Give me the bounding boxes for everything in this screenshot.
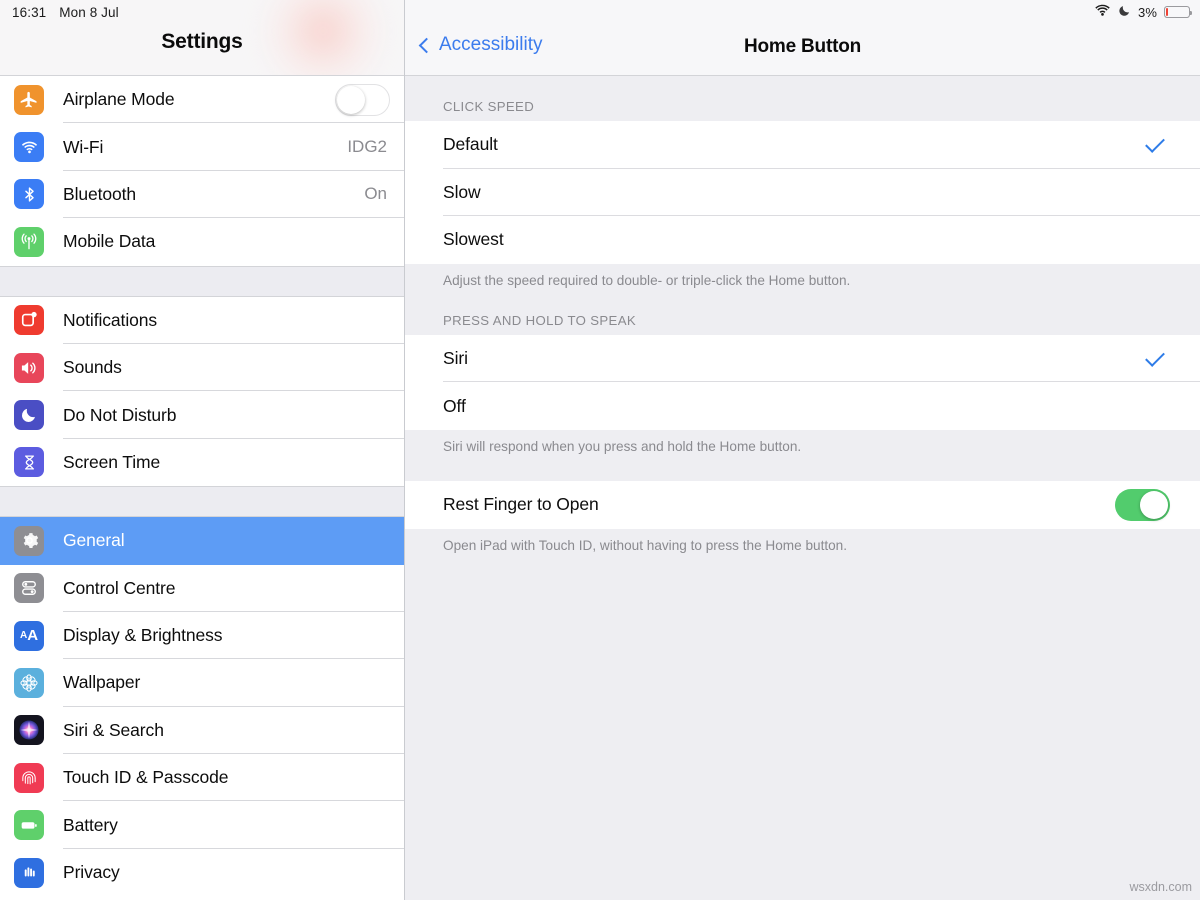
sidebar-item-general[interactable]: General xyxy=(0,517,404,564)
moon-icon xyxy=(1118,4,1131,20)
section-spacer xyxy=(405,456,1200,481)
sidebar-item-label: Do Not Disturb xyxy=(63,405,176,426)
battery-icon xyxy=(14,810,44,840)
sidebar-item-label: Wi-Fi xyxy=(63,137,103,158)
option-label: Default xyxy=(443,134,498,155)
status-bar: 16:31 Mon 8 Jul 3% xyxy=(0,0,1200,24)
option-row-siri[interactable]: Siri xyxy=(405,335,1200,383)
sidebar-item-mobile-data[interactable]: Mobile Data xyxy=(0,218,404,265)
sidebar-item-label: Siri & Search xyxy=(63,720,164,741)
sidebar-item-battery[interactable]: Battery xyxy=(0,801,404,848)
option-label: Siri xyxy=(443,348,468,369)
footnote-rest-finger: Open iPad with Touch ID, without having … xyxy=(405,529,1200,555)
gear-icon xyxy=(14,526,44,556)
sidebar-item-label: Wallpaper xyxy=(63,672,140,693)
battery-fill xyxy=(1166,8,1168,16)
airplane-icon xyxy=(14,85,44,115)
sidebar-item-screen-time[interactable]: Screen Time xyxy=(0,439,404,486)
page-title: Settings xyxy=(0,30,404,54)
privacy-hand-icon xyxy=(14,858,44,888)
bluetooth-state-value: On xyxy=(364,184,387,204)
sliders-icon xyxy=(14,573,44,603)
status-bar-date: Mon 8 Jul xyxy=(59,5,118,20)
status-bar-time: 16:31 xyxy=(12,5,46,20)
rest-finger-label: Rest Finger to Open xyxy=(443,494,599,515)
option-row-default[interactable]: Default xyxy=(405,121,1200,169)
sounds-icon xyxy=(14,353,44,383)
sidebar-group-separator xyxy=(0,266,404,297)
text-size-icon: AA xyxy=(14,621,44,651)
sidebar-item-bluetooth[interactable]: Bluetooth On xyxy=(0,171,404,218)
detail-title: Home Button xyxy=(405,36,1200,58)
option-row-off[interactable]: Off xyxy=(405,382,1200,430)
checkmark-icon xyxy=(1145,347,1165,367)
section-header-press-and-hold: PRESS AND HOLD TO SPEAK xyxy=(405,290,1200,335)
sidebar-item-label: Notifications xyxy=(63,310,157,331)
sidebar-item-label: Control Centre xyxy=(63,578,175,599)
bluetooth-icon xyxy=(14,179,44,209)
wifi-network-value: IDG2 xyxy=(347,137,387,157)
wifi-icon xyxy=(1094,4,1111,20)
cellular-icon xyxy=(14,227,44,257)
sidebar-item-control-centre[interactable]: Control Centre xyxy=(0,565,404,612)
sidebar-item-label: General xyxy=(63,530,125,551)
sidebar-item-sounds[interactable]: Sounds xyxy=(0,344,404,391)
sidebar-item-touch-id-passcode[interactable]: Touch ID & Passcode xyxy=(0,754,404,801)
rest-finger-toggle[interactable] xyxy=(1115,489,1170,521)
option-row-slow[interactable]: Slow xyxy=(405,169,1200,217)
ipad-settings-screen: Settings Airplane Mode Wi-Fi IDG2 xyxy=(0,0,1200,900)
sidebar-item-notifications[interactable]: Notifications xyxy=(0,297,404,344)
sidebar-item-label: Display & Brightness xyxy=(63,625,222,646)
sidebar-item-do-not-disturb[interactable]: Do Not Disturb xyxy=(0,391,404,438)
sidebar-item-label: Battery xyxy=(63,815,118,836)
toggle-knob xyxy=(1140,491,1168,519)
wifi-icon xyxy=(14,132,44,162)
option-label: Slow xyxy=(443,182,481,203)
sidebar-item-display-brightness[interactable]: AA Display & Brightness xyxy=(0,612,404,659)
sidebar-list: Airplane Mode Wi-Fi IDG2 Bluetooth On xyxy=(0,76,404,896)
sidebar-item-wallpaper[interactable]: Wallpaper xyxy=(0,659,404,706)
sidebar-item-label: Privacy xyxy=(63,862,120,883)
sidebar-item-label: Screen Time xyxy=(63,452,160,473)
footnote-press-and-hold: Siri will respond when you press and hol… xyxy=(405,430,1200,456)
flower-icon xyxy=(14,668,44,698)
battery-percentage: 3% xyxy=(1138,5,1157,20)
option-label: Slowest xyxy=(443,229,504,250)
sidebar-item-wifi[interactable]: Wi-Fi IDG2 xyxy=(0,123,404,170)
rest-finger-to-open-row[interactable]: Rest Finger to Open xyxy=(405,481,1200,529)
sidebar-group-separator xyxy=(0,486,404,517)
sidebar-item-siri-search[interactable]: Siri & Search xyxy=(0,707,404,754)
settings-sidebar: Settings Airplane Mode Wi-Fi IDG2 xyxy=(0,0,405,900)
sidebar-item-label: Mobile Data xyxy=(63,231,155,252)
status-bar-indicators: 3% xyxy=(1094,0,1190,24)
battery-icon xyxy=(1164,6,1190,18)
option-label: Off xyxy=(443,396,466,417)
option-row-slowest[interactable]: Slowest xyxy=(405,216,1200,264)
sidebar-item-privacy[interactable]: Privacy xyxy=(0,849,404,896)
press-and-hold-card: Siri Off xyxy=(405,335,1200,430)
detail-pane: Accessibility Home Button CLICK SPEED De… xyxy=(405,0,1200,900)
checkmark-icon xyxy=(1145,133,1165,153)
click-speed-card: Default Slow Slowest xyxy=(405,121,1200,264)
toggle-knob xyxy=(337,86,365,114)
fingerprint-icon xyxy=(14,763,44,793)
section-header-click-speed: CLICK SPEED xyxy=(405,76,1200,121)
watermark: wsxdn.com xyxy=(1129,880,1192,894)
siri-icon xyxy=(14,715,44,745)
sidebar-item-label: Bluetooth xyxy=(63,184,136,205)
moon-icon xyxy=(14,400,44,430)
sidebar-item-label: Sounds xyxy=(63,357,122,378)
rest-finger-card: Rest Finger to Open xyxy=(405,481,1200,529)
footnote-click-speed: Adjust the speed required to double- or … xyxy=(405,264,1200,290)
sidebar-item-airplane-mode[interactable]: Airplane Mode xyxy=(0,76,404,123)
notifications-icon xyxy=(14,305,44,335)
airplane-mode-toggle[interactable] xyxy=(335,84,390,116)
sidebar-item-label: Touch ID & Passcode xyxy=(63,767,228,788)
hourglass-icon xyxy=(14,447,44,477)
sidebar-item-label: Airplane Mode xyxy=(63,89,175,110)
